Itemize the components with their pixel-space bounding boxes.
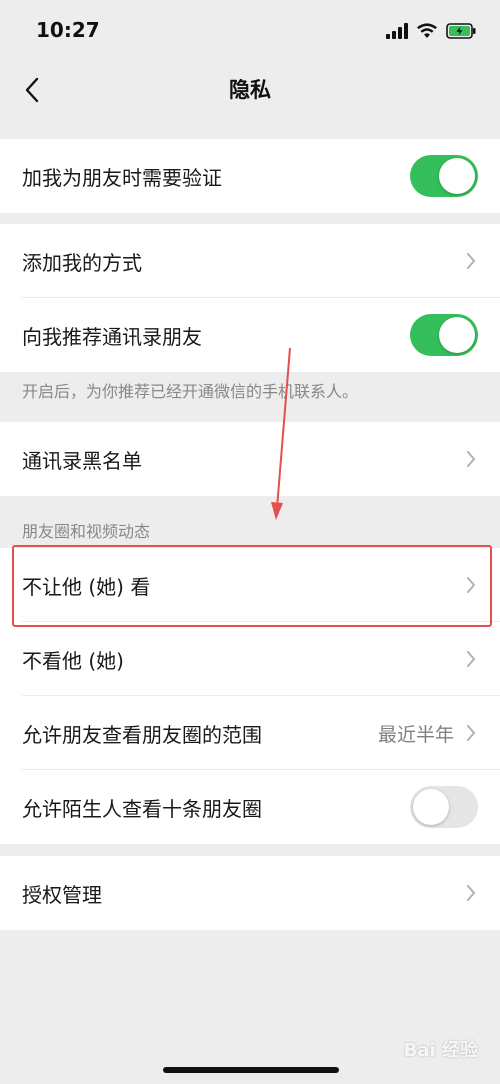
row-label: 不看他 (她) <box>22 648 124 673</box>
group-moments: 不让他 (她) 看 不看他 (她) 允许朋友查看朋友圈的范围 最近半年 允许陌生… <box>0 548 500 844</box>
row-dont-see[interactable]: 不看他 (她) <box>0 622 500 696</box>
row-authorization[interactable]: 授权管理 <box>0 856 500 930</box>
group-blacklist: 通讯录黑名单 <box>0 422 500 496</box>
row-label: 不让他 (她) 看 <box>22 574 151 599</box>
nav-bar: 隐私 <box>0 60 500 120</box>
row-verify: 加我为朋友时需要验证 <box>0 139 500 213</box>
status-time: 10:27 <box>36 18 100 42</box>
baidu-watermark: Bai 经验 <box>403 1040 478 1061</box>
chevron-right-icon <box>464 649 478 669</box>
chevron-right-icon <box>464 449 478 469</box>
chevron-right-icon <box>464 723 478 743</box>
chevron-right-icon <box>464 575 478 595</box>
battery-icon <box>446 23 476 39</box>
verify-toggle[interactable] <box>410 155 478 197</box>
home-indicator[interactable] <box>163 1067 339 1073</box>
row-add-methods[interactable]: 添加我的方式 <box>0 224 500 298</box>
row-blacklist[interactable]: 通讯录黑名单 <box>0 422 500 496</box>
toggle-knob <box>439 158 475 194</box>
moments-range-value: 最近半年 <box>377 723 454 746</box>
row-label: 通讯录黑名单 <box>22 448 142 473</box>
toggle-knob <box>413 789 449 825</box>
chevron-right-icon <box>464 883 478 903</box>
status-bar: 10:27 <box>0 0 500 60</box>
section-header-moments: 朋友圈和视频动态 <box>22 522 151 541</box>
row-label: 允许陌生人查看十条朋友圈 <box>22 796 262 821</box>
chevron-right-icon <box>464 251 478 271</box>
row-strangers: 允许陌生人查看十条朋友圈 <box>0 770 500 844</box>
recommend-hint: 开启后，为你推荐已经开通微信的手机联系人。 <box>22 382 359 401</box>
group-add: 添加我的方式 向我推荐通讯录朋友 <box>0 224 500 372</box>
row-label: 添加我的方式 <box>22 250 142 275</box>
signal-icon <box>386 23 408 39</box>
row-moments-range[interactable]: 允许朋友查看朋友圈的范围 最近半年 <box>0 696 500 770</box>
toggle-knob <box>439 317 475 353</box>
group-authorization: 授权管理 <box>0 856 500 930</box>
page-title: 隐私 <box>229 78 271 102</box>
group-verify: 加我为朋友时需要验证 <box>0 139 500 213</box>
wifi-icon <box>417 23 437 38</box>
row-label: 加我为朋友时需要验证 <box>22 165 222 190</box>
row-label: 授权管理 <box>22 882 102 907</box>
status-icons <box>386 20 476 42</box>
row-label: 向我推荐通讯录朋友 <box>22 324 202 349</box>
strangers-toggle[interactable] <box>410 786 478 828</box>
row-label: 允许朋友查看朋友圈的范围 <box>22 722 262 747</box>
recommend-toggle[interactable] <box>410 314 478 356</box>
row-dont-let-see[interactable]: 不让他 (她) 看 <box>0 548 500 622</box>
row-recommend: 向我推荐通讯录朋友 <box>0 298 500 372</box>
